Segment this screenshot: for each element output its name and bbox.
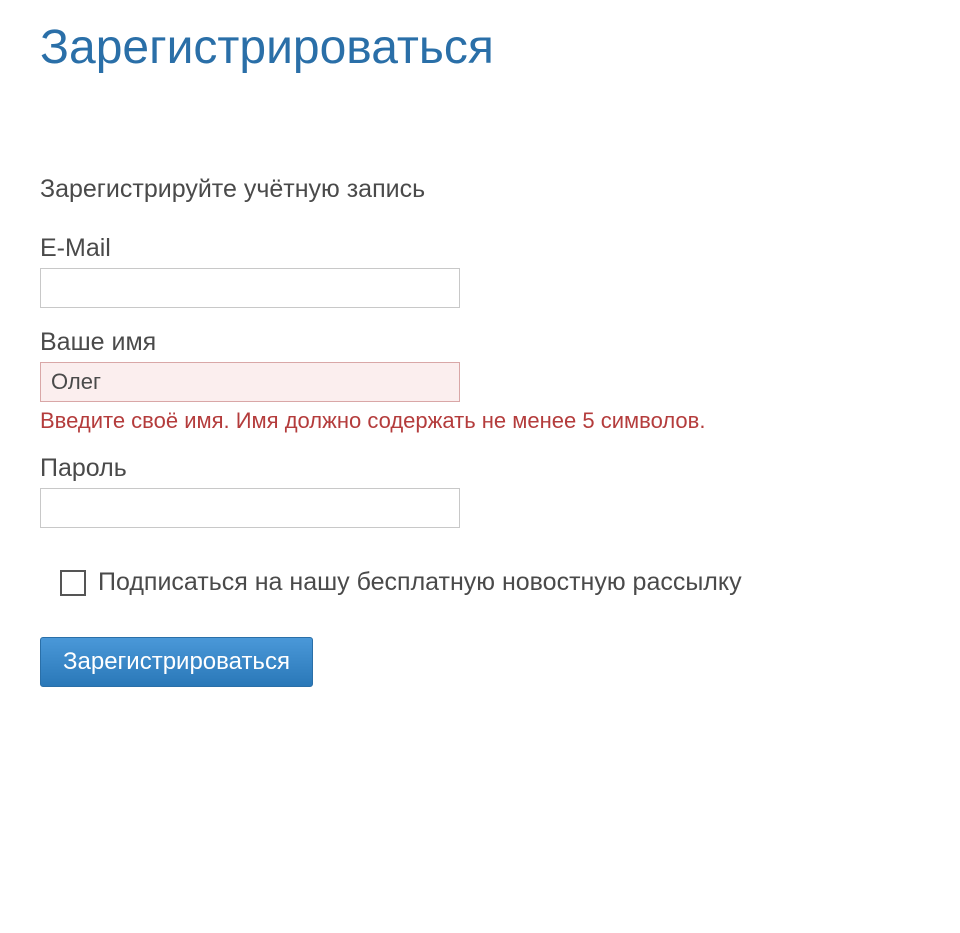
email-label: E-Mail bbox=[40, 234, 920, 263]
password-label: Пароль bbox=[40, 454, 920, 483]
page-title: Зарегистрироваться bbox=[40, 20, 920, 75]
password-input[interactable] bbox=[40, 488, 460, 528]
submit-button[interactable]: Зарегистрироваться bbox=[40, 637, 313, 687]
name-label: Ваше имя bbox=[40, 328, 920, 357]
email-input[interactable] bbox=[40, 268, 460, 308]
password-field-group: Пароль bbox=[40, 454, 920, 528]
newsletter-row: Подписаться на нашу бесплатную новостную… bbox=[60, 568, 920, 597]
name-error-message: Введите своё имя. Имя должно содержать н… bbox=[40, 408, 920, 434]
newsletter-label: Подписаться на нашу бесплатную новостную… bbox=[98, 568, 742, 597]
newsletter-checkbox[interactable] bbox=[60, 570, 86, 596]
form-subtitle: Зарегистрируйте учётную запись bbox=[40, 175, 920, 204]
name-input[interactable] bbox=[40, 362, 460, 402]
name-field-group: Ваше имя Введите своё имя. Имя должно со… bbox=[40, 328, 920, 434]
email-field-group: E-Mail bbox=[40, 234, 920, 308]
